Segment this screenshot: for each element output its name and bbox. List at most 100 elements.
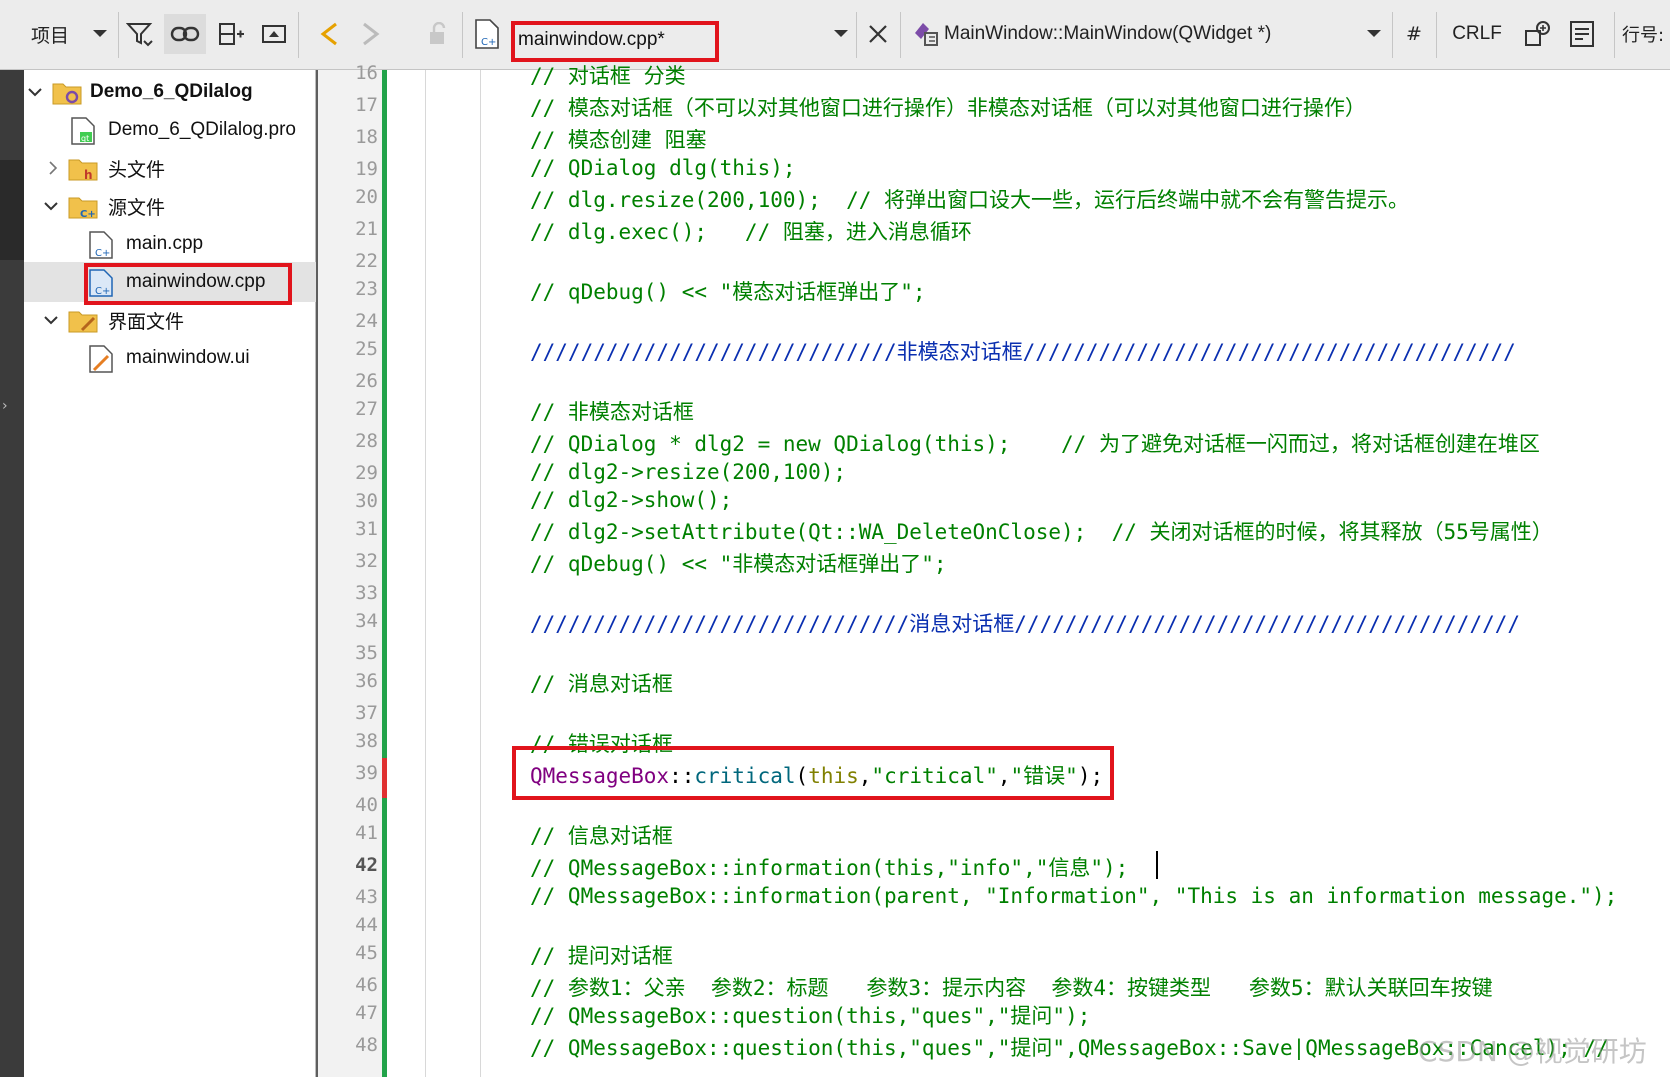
code-line-25[interactable]: /////////////////////////////非模态对话框/////… [530, 336, 1516, 366]
chevron-down-icon[interactable] [44, 313, 58, 327]
tree-item-mainwindow-ui[interactable]: mainwindow.ui [24, 338, 316, 378]
svg-text:C+: C+ [481, 37, 496, 48]
fold-column [387, 70, 427, 1077]
chevron-down-icon[interactable] [44, 199, 58, 213]
code-line-20[interactable]: // dlg.resize(200,100); // 将弹出窗口设大一些，运行后… [530, 184, 1409, 214]
line-number: 21 [355, 218, 378, 240]
header-folder-icon: h [68, 154, 98, 182]
svg-text:h: h [84, 168, 93, 182]
code-line-34[interactable]: //////////////////////////////消息对话框/////… [530, 608, 1520, 638]
forward-icon[interactable] [352, 14, 388, 54]
function-combo[interactable]: MainWindow::MainWindow(QWidget *) [944, 14, 1280, 54]
qt-project-icon [52, 78, 82, 106]
chevron-right-icon[interactable] [46, 161, 60, 175]
split-icon[interactable] [212, 14, 250, 54]
cpp-file-icon: C+ [88, 230, 114, 259]
outline-icon[interactable] [1562, 14, 1602, 54]
code-line-32[interactable]: // qDebug() << "非模态对话框弹出了"; [530, 548, 947, 578]
project-tree: Demo_6_QDilalog qt Demo_6_QDilalog.pro h… [24, 70, 316, 1077]
project-view-label[interactable]: 项目 [20, 14, 80, 54]
line-number: 40 [355, 794, 378, 816]
line-number: 29 [355, 462, 378, 484]
code-line-46[interactable]: // 参数1：父亲 参数2：标题 参数3：提示内容 参数4：按键类型 参数5：默… [530, 972, 1493, 1002]
code-line-43[interactable]: // QMessageBox::information(parent, "Inf… [530, 884, 1617, 908]
tree-item-sources[interactable]: C+ 源文件 [24, 186, 316, 226]
hash-label[interactable]: # [1396, 14, 1432, 54]
line-number: 26 [355, 370, 378, 392]
svg-text:C+: C+ [80, 209, 96, 220]
back-icon[interactable] [312, 14, 348, 54]
code-line-45[interactable]: // 提问对话框 [530, 940, 673, 970]
line-number: 32 [355, 550, 378, 572]
svg-text:qt: qt [81, 134, 89, 143]
file-dropdown-icon[interactable] [826, 14, 856, 54]
code-line-29[interactable]: // dlg2->resize(200,100); [530, 460, 846, 484]
bookmark-icon[interactable] [1518, 14, 1558, 54]
line-number: 44 [355, 914, 378, 936]
code-line-17[interactable]: // 模态对话框（不可以对其他窗口进行操作）非模态对话框（可以对其他窗口进行操作… [530, 92, 1366, 122]
code-line-36[interactable]: // 消息对话框 [530, 668, 673, 698]
code-line-31[interactable]: // dlg2->setAttribute(Qt::WA_DeleteOnClo… [530, 516, 1553, 546]
code-line-18[interactable]: // 模态创建 阻塞 [530, 124, 707, 154]
mainwindow-ui-label: mainwindow.ui [126, 347, 250, 368]
function-dropdown-icon[interactable] [1360, 14, 1388, 54]
svg-text:C+: C+ [95, 248, 110, 259]
float-icon[interactable] [256, 14, 292, 54]
active-mode-indicator [0, 160, 24, 260]
lock-icon[interactable] [420, 14, 456, 54]
line-number: 20 [355, 186, 378, 208]
line-number: 17 [355, 94, 378, 116]
line-number: 47 [355, 1002, 378, 1024]
line-number: 31 [355, 518, 378, 540]
line-number: 43 [355, 886, 378, 908]
qt-creator-window: 项目 C+ mainwindow.cpp* MainWindow::MainWi… [0, 0, 1670, 1077]
watermark: CSDN @视觉研坊 [1418, 1035, 1647, 1068]
top-toolbar: 项目 C+ mainwindow.cpp* MainWindow::MainWi… [0, 0, 1670, 70]
tree-item-project[interactable]: Demo_6_QDilalog [24, 72, 316, 112]
line-number: 45 [355, 942, 378, 964]
line-number: 22 [355, 250, 378, 272]
tree-item-headers[interactable]: h 头文件 [24, 148, 316, 188]
code-line-42[interactable]: // QMessageBox::information(this,"info",… [530, 852, 1128, 882]
code-line-21[interactable]: // dlg.exec(); // 阻塞，进入消息循环 [530, 216, 972, 246]
line-number: 38 [355, 730, 378, 752]
code-line-19[interactable]: // QDialog dlg(this); [530, 156, 796, 180]
code-line-16[interactable]: // 对话框 分类 [530, 60, 686, 90]
pro-file-label: Demo_6_QDilalog.pro [108, 119, 296, 140]
line-number: 24 [355, 310, 378, 332]
fold-guide [425, 70, 426, 1077]
code-line-28[interactable]: // QDialog * dlg2 = new QDialog(this); /… [530, 428, 1540, 458]
link-icon[interactable] [164, 14, 206, 54]
code-line-30[interactable]: // dlg2->show(); [530, 488, 732, 512]
line-number: 23 [355, 278, 378, 300]
project-name: Demo_6_QDilalog [90, 81, 253, 102]
line-number: 35 [355, 642, 378, 664]
view-dropdown-icon[interactable] [88, 14, 112, 54]
code-line-41[interactable]: // 信息对话框 [530, 820, 673, 850]
code-line-23[interactable]: // qDebug() << "模态对话框弹出了"; [530, 276, 926, 306]
line-number: 46 [355, 974, 378, 996]
line-ending-selector[interactable]: CRLF [1442, 14, 1512, 54]
line-number: 37 [355, 702, 378, 724]
code-line-47[interactable]: // QMessageBox::question(this,"ques","提问… [530, 1000, 1090, 1030]
ui-file-icon [88, 344, 114, 373]
highlight-file-combo [511, 21, 719, 62]
source-folder-icon: C+ [68, 192, 98, 220]
chevron-down-icon[interactable] [28, 85, 42, 99]
filter-icon[interactable] [122, 14, 158, 54]
line-number: 33 [355, 582, 378, 604]
sources-folder-label: 源文件 [108, 197, 166, 219]
forms-folder-icon [68, 306, 98, 334]
current-line-number: 42 [355, 854, 378, 876]
indent-guide [480, 70, 481, 1077]
strip-arrow-icon[interactable]: › [2, 398, 8, 414]
tree-item-pro-file[interactable]: qt Demo_6_QDilalog.pro [24, 110, 316, 150]
line-number-label[interactable]: 行号: [1622, 14, 1670, 54]
forms-folder-label: 界面文件 [108, 311, 185, 333]
pro-file-icon: qt [70, 116, 96, 145]
tree-item-forms[interactable]: 界面文件 [24, 300, 316, 340]
code-line-27[interactable]: // 非模态对话框 [530, 396, 694, 426]
tree-item-main-cpp[interactable]: C+ main.cpp [24, 224, 316, 264]
main-cpp-label: main.cpp [126, 233, 204, 254]
close-icon[interactable] [860, 14, 896, 54]
